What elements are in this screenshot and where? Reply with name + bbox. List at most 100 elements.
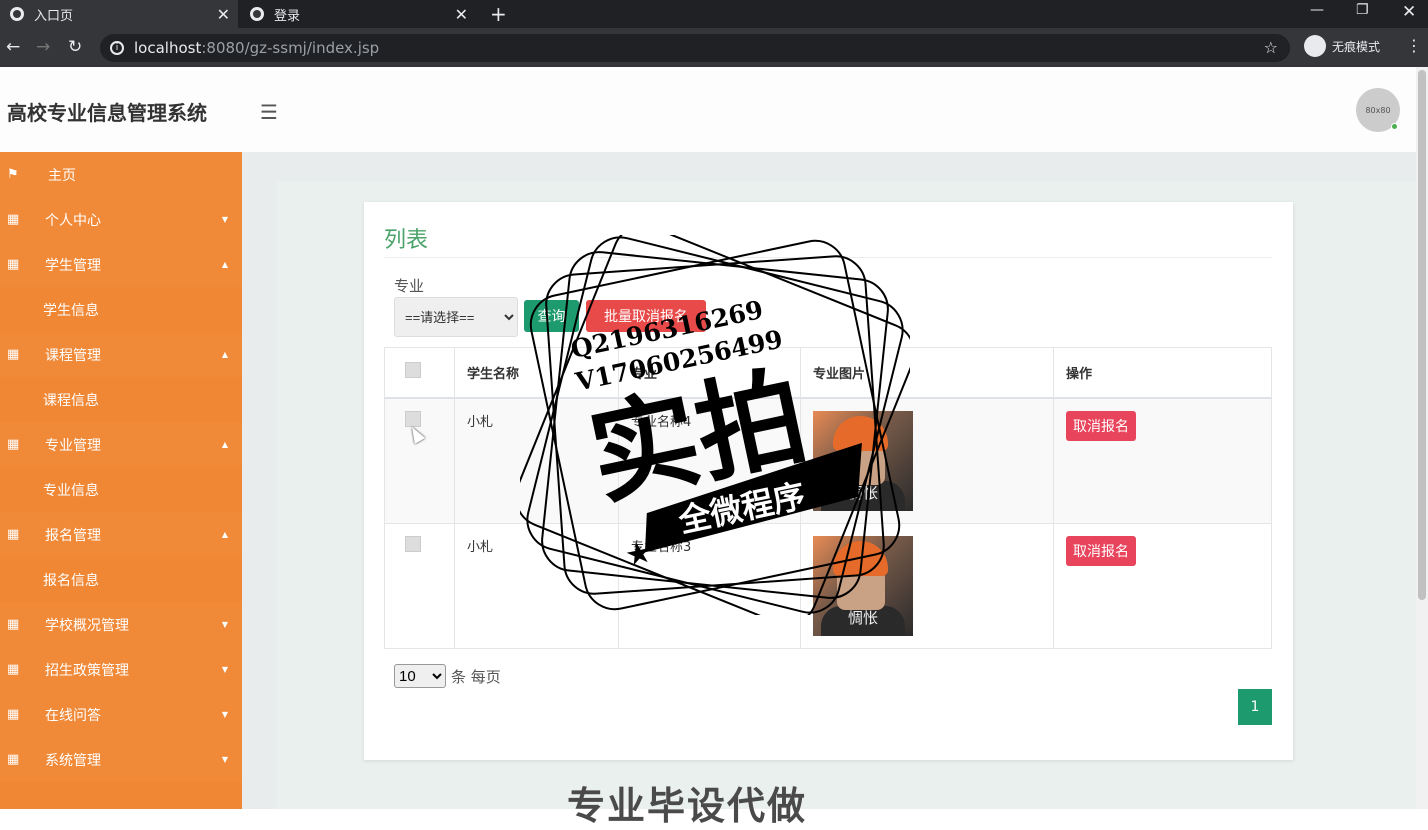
site-title: 高校专业信息管理系统 [7, 101, 207, 125]
row-checkbox[interactable] [405, 410, 421, 427]
forward-icon[interactable]: → [36, 37, 50, 57]
sidebar-item-label: 专业管理 [45, 437, 101, 454]
sidebar-item[interactable]: ▦ 学校概况管理 ▼ [0, 602, 242, 647]
sidebar-item[interactable]: ▦ 个人中心 ▼ [0, 197, 242, 242]
sidebar-item[interactable]: ▦ 招生政策管理 ▼ [0, 647, 242, 692]
header-major-image: 专业图片 [800, 347, 1054, 399]
cancel-registration-button[interactable]: 取消报名 [1066, 535, 1136, 566]
row-select-cell [384, 397, 455, 524]
content-wrapper: 列表 专业 ==请选择== 查询 批量取消报名 学生名称 专业 专业图片 操作 … [277, 182, 1416, 809]
menu-kebab-icon[interactable]: ⋮ [1406, 36, 1422, 55]
sidebar-item-label: 课程信息 [43, 392, 99, 409]
sidebar-item[interactable]: ▦ 课程管理 ▲ [0, 332, 242, 377]
data-table: 学生名称 专业 专业图片 操作 小札 专业名称4 惆怅 取消报名 小札 专业名称… [384, 347, 1272, 649]
table-row: 小札 专业名称3 惆怅 取消报名 [384, 522, 1272, 649]
sidebar-item-label: 学生管理 [45, 257, 101, 274]
caret-down-icon: ▼ [221, 755, 228, 764]
flag-icon: ⚑ [7, 167, 19, 182]
page-button-current[interactable]: 1 [1238, 689, 1272, 725]
top-header: 高校专业信息管理系统 ☰ 80x80 [0, 67, 1416, 152]
sidebar-item[interactable]: ▦ 专业管理 ▲ [0, 422, 242, 467]
bookmark-star-icon[interactable]: ☆ [1264, 38, 1278, 57]
grid-icon: ▦ [7, 752, 20, 767]
list-card: 列表 专业 ==请选择== 查询 批量取消报名 学生名称 专业 专业图片 操作 … [364, 202, 1293, 760]
sidebar-item[interactable]: ▦ 系统管理 ▼ [0, 737, 242, 782]
divider [384, 257, 1272, 258]
caret-down-icon: ▼ [221, 665, 228, 674]
main-area: 列表 专业 ==请选择== 查询 批量取消报名 学生名称 专业 专业图片 操作 … [242, 152, 1416, 809]
sidebar-item[interactable]: 专业信息 [0, 467, 242, 512]
caret-up-icon: ▲ [221, 440, 228, 449]
caret-up-icon: ▲ [221, 530, 228, 539]
header-major: 专业 [618, 347, 801, 399]
online-status-dot [1391, 123, 1398, 130]
grid-icon: ▦ [7, 617, 20, 632]
sidebar-item[interactable]: 报名信息 [0, 557, 242, 602]
sidebar-item-label: 学校概况管理 [45, 617, 129, 634]
grid-icon: ▦ [7, 257, 20, 272]
bottom-overlay-text: 专业毕设代做 [567, 784, 808, 828]
sidebar-item[interactable]: ▦ 报名管理 ▲ [0, 512, 242, 557]
minimize-icon[interactable]: — [1310, 2, 1324, 18]
browser-tab-login[interactable]: 登录 ✕ [240, 0, 476, 28]
sidebar: ⚑ 主页 ▦ 个人中心 ▼ ▦ 学生管理 ▲ 学生信息 ▦ 课程管理 ▲ 课程信息 ▦ 专业管理 ▲ 专业信息 ▦… [0, 152, 242, 809]
sidebar-item[interactable]: ▦ 学生管理 ▲ [0, 242, 242, 287]
sidebar-item-label: 专业信息 [43, 482, 99, 499]
incognito-indicator[interactable]: 无痕模式 [1304, 35, 1380, 57]
grid-icon: ▦ [7, 707, 20, 722]
batch-cancel-button[interactable]: 批量取消报名 [586, 300, 706, 332]
major-name: 专业名称3 [618, 522, 801, 649]
caret-up-icon: ▲ [221, 350, 228, 359]
table-header-row: 学生名称 专业 专业图片 操作 [384, 347, 1272, 399]
sidebar-item-label: 个人中心 [45, 212, 101, 229]
tab-title: 入口页 [34, 8, 74, 24]
window-close-icon[interactable]: ✕ [1402, 2, 1416, 22]
url-host: localhost [134, 39, 202, 57]
sidebar-item[interactable]: ⚑ 主页 [0, 152, 242, 197]
sidebar-item[interactable]: 课程信息 [0, 377, 242, 422]
tab-close-icon[interactable]: ✕ [217, 5, 230, 24]
back-icon[interactable]: ← [6, 37, 20, 57]
site-info-icon[interactable]: i [110, 41, 124, 55]
caret-down-icon: ▼ [221, 620, 228, 629]
sidebar-item[interactable]: 学生信息 [0, 287, 242, 332]
scrollbar-thumb[interactable] [1418, 70, 1426, 600]
avatar-text: 80x80 [1365, 105, 1391, 115]
major-image-cell: 惆怅 [800, 397, 1054, 524]
sidebar-item-label: 主页 [48, 167, 76, 184]
header-actions: 操作 [1053, 347, 1272, 399]
restore-icon[interactable]: ❐ [1356, 2, 1369, 18]
browser-tab-active[interactable]: 入口页 ✕ [0, 0, 238, 28]
incognito-icon [1304, 35, 1326, 57]
query-button[interactable]: 查询 [524, 300, 579, 332]
sidebar-item-label: 课程管理 [45, 347, 101, 364]
url-input[interactable]: i localhost:8080/gz-ssmj/index.jsp ☆ [100, 34, 1290, 62]
caret-down-icon: ▼ [221, 710, 228, 719]
major-select[interactable]: ==请选择== [394, 297, 518, 337]
major-name: 专业名称4 [618, 397, 801, 524]
select-all-checkbox[interactable] [405, 362, 421, 379]
grid-icon: ▦ [7, 347, 20, 362]
tab-close-icon[interactable]: ✕ [455, 5, 468, 24]
row-checkbox[interactable] [405, 535, 421, 552]
sidebar-item-label: 在线问答 [45, 707, 101, 724]
image-caption: 惆怅 [847, 483, 878, 502]
page-size-select[interactable]: 10 [394, 664, 446, 688]
tab-title: 登录 [274, 8, 301, 24]
sidebar-item-label: 学生信息 [43, 302, 99, 319]
hamburger-menu-icon[interactable]: ☰ [260, 100, 278, 124]
avatar[interactable]: 80x80 [1356, 88, 1400, 132]
per-page-label: 条 每页 [451, 668, 501, 686]
sidebar-item-label: 招生政策管理 [45, 662, 129, 679]
caret-up-icon: ▲ [221, 260, 228, 269]
grid-icon: ▦ [7, 212, 20, 227]
row-select-cell [384, 522, 455, 649]
reload-icon[interactable]: ↻ [68, 37, 82, 57]
sidebar-item[interactable]: ▦ 在线问答 ▼ [0, 692, 242, 737]
major-image: 惆怅 [813, 535, 913, 636]
app-root: 高校专业信息管理系统 ☰ 80x80 ⚑ 主页 ▦ 个人中心 ▼ ▦ 学生管理 ▲ 学生信息 ▦ 课… [0, 67, 1428, 809]
new-tab-icon[interactable]: + [490, 2, 507, 26]
header-select-all[interactable] [384, 347, 455, 399]
student-name: 小札 [454, 522, 619, 649]
cancel-registration-button[interactable]: 取消报名 [1066, 410, 1136, 441]
